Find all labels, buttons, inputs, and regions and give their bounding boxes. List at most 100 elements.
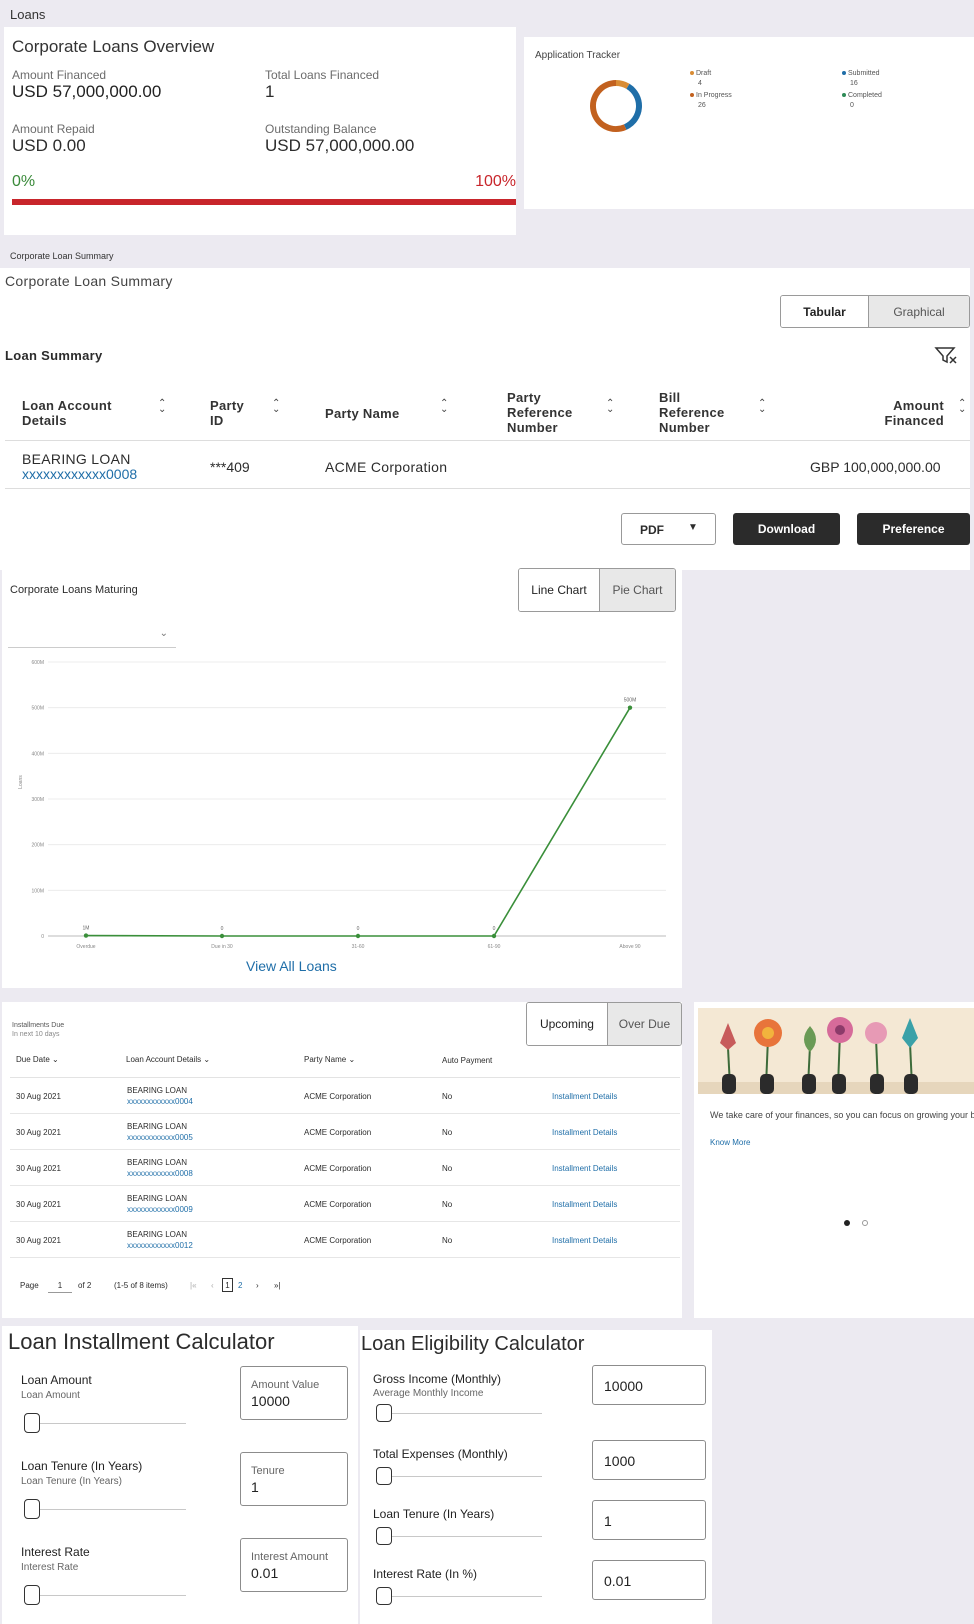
col-loan-account[interactable]: Loan Account Details ⌄ bbox=[126, 1055, 210, 1064]
col-party-reference[interactable]: Party Reference Number bbox=[507, 390, 597, 435]
x-tick-label: 31-60 bbox=[352, 944, 365, 950]
donut-slice-draft bbox=[615, 80, 630, 90]
tab-graphical[interactable]: Graphical bbox=[868, 296, 969, 327]
know-more-link[interactable]: Know More bbox=[710, 1138, 750, 1147]
page-label: Page bbox=[20, 1281, 39, 1290]
sort-icon[interactable]: ⌃ ⌄ bbox=[758, 399, 766, 415]
col-due-date[interactable]: Due Date ⌄ bbox=[16, 1055, 59, 1064]
row-due-date: 30 Aug 2021 bbox=[16, 1092, 61, 1101]
promo-text: We take care of your finances, so you ca… bbox=[710, 1110, 974, 1120]
legend-value: 0 bbox=[850, 102, 854, 109]
page-title: Loans bbox=[10, 7, 46, 22]
row-loan-name: BEARING LOAN bbox=[127, 1158, 188, 1167]
col-party-name[interactable]: Party Name bbox=[325, 406, 435, 421]
legend-item: Draft 4 bbox=[690, 69, 711, 89]
input-value: 1 bbox=[251, 1479, 259, 1495]
installment-details-link[interactable]: Installment Details bbox=[552, 1236, 617, 1245]
sort-icon[interactable]: ⌃ ⌄ bbox=[272, 399, 280, 415]
col-bill-reference[interactable]: Bill Reference Number bbox=[659, 390, 749, 435]
sort-icon[interactable]: ⌃ ⌄ bbox=[958, 399, 966, 415]
legend-item: Submitted 16 bbox=[842, 69, 880, 89]
slider-handle[interactable] bbox=[376, 1467, 392, 1485]
slider-track[interactable] bbox=[376, 1476, 542, 1477]
calc-field-sublabel: Average Monthly Income bbox=[373, 1388, 484, 1399]
slider-track[interactable] bbox=[376, 1596, 542, 1597]
table-row: 30 Aug 2021 BEARING LOAN xxxxxxxxxxxx0009 A… bbox=[10, 1186, 680, 1222]
installments-subtitle: In next 10 days bbox=[12, 1031, 60, 1038]
tab-upcoming[interactable]: Upcoming bbox=[527, 1003, 607, 1045]
next-page-icon[interactable]: › bbox=[256, 1281, 259, 1290]
calc-value-input[interactable]: 1000 bbox=[592, 1440, 706, 1480]
calc-value-input[interactable]: 0.01 bbox=[592, 1560, 706, 1600]
view-all-loans-link[interactable]: View All Loans bbox=[246, 958, 337, 974]
sort-icon[interactable]: ⌃ ⌄ bbox=[158, 399, 166, 415]
tab-tabular[interactable]: Tabular bbox=[781, 296, 869, 327]
col-loan-account-details[interactable]: Loan Account Details bbox=[22, 398, 142, 428]
data-point[interactable] bbox=[219, 933, 225, 939]
carousel-dot[interactable] bbox=[862, 1220, 868, 1226]
filter-icon[interactable] bbox=[934, 345, 958, 365]
amount-repaid-value: USD 0.00 bbox=[12, 136, 86, 155]
data-point[interactable] bbox=[355, 933, 361, 939]
summary-view-toggle: Tabular Graphical bbox=[780, 295, 970, 328]
calc-value-input[interactable]: 10000 bbox=[592, 1365, 706, 1405]
data-point[interactable] bbox=[627, 705, 633, 710]
installment-details-link[interactable]: Installment Details bbox=[552, 1164, 617, 1173]
col-party-name[interactable]: Party Name ⌄ bbox=[304, 1055, 355, 1064]
chevron-down-icon: ⌄ bbox=[203, 1055, 211, 1064]
slider-handle[interactable] bbox=[376, 1527, 392, 1545]
slider-handle[interactable] bbox=[24, 1585, 40, 1605]
calc-value-input[interactable]: 1 bbox=[592, 1500, 706, 1540]
input-value: 1000 bbox=[604, 1453, 636, 1469]
page-2-button[interactable]: 2 bbox=[238, 1281, 242, 1290]
calc-field-label: Loan Amount bbox=[21, 1373, 92, 1387]
installment-details-link[interactable]: Installment Details bbox=[552, 1200, 617, 1209]
slider-track[interactable] bbox=[24, 1423, 186, 1424]
calc-value-input[interactable]: Amount Value 10000 bbox=[240, 1366, 348, 1420]
download-button[interactable]: Download bbox=[733, 513, 840, 545]
col-amount-financed[interactable]: Amount Financed bbox=[858, 398, 944, 428]
row-account-link[interactable]: xxxxxxxxxxxx0012 bbox=[127, 1241, 193, 1250]
prev-page-icon[interactable]: ‹ bbox=[211, 1281, 214, 1290]
tab-line-chart[interactable]: Line Chart bbox=[519, 569, 599, 611]
installment-details-link[interactable]: Installment Details bbox=[552, 1128, 617, 1137]
data-point[interactable] bbox=[83, 933, 89, 938]
tab-pie-chart[interactable]: Pie Chart bbox=[598, 569, 675, 611]
slider-track[interactable] bbox=[24, 1509, 186, 1510]
calc-value-input[interactable]: Tenure 1 bbox=[240, 1452, 348, 1506]
sort-icon[interactable]: ⌃ ⌄ bbox=[606, 399, 614, 415]
slider-track[interactable] bbox=[376, 1536, 542, 1537]
last-page-icon[interactable]: »| bbox=[274, 1281, 281, 1290]
tab-over-due[interactable]: Over Due bbox=[606, 1003, 681, 1045]
slider-track[interactable] bbox=[24, 1595, 186, 1596]
row-due-date: 30 Aug 2021 bbox=[16, 1236, 61, 1245]
row-party-name: ACME Corporation bbox=[304, 1200, 372, 1209]
carousel-dot-active[interactable] bbox=[844, 1220, 850, 1226]
row-account-link[interactable]: xxxxxxxxxxxx0005 bbox=[127, 1133, 193, 1142]
data-point[interactable] bbox=[491, 933, 497, 939]
legend-dot-icon bbox=[842, 93, 846, 98]
slider-handle[interactable] bbox=[24, 1499, 40, 1519]
slider-track[interactable] bbox=[376, 1413, 542, 1414]
slider-handle[interactable] bbox=[376, 1404, 392, 1422]
slider-handle[interactable] bbox=[376, 1587, 392, 1605]
y-tick-label: 600M bbox=[31, 660, 44, 666]
row-account-link[interactable]: xxxxxxxxxxxx0008 bbox=[127, 1169, 193, 1178]
row-account-link[interactable]: xxxxxxxxxxxx0004 bbox=[127, 1097, 193, 1106]
installment-details-link[interactable]: Installment Details bbox=[552, 1092, 617, 1101]
page-input[interactable]: 1 bbox=[48, 1279, 72, 1293]
data-label: 1M bbox=[83, 926, 90, 932]
sort-icon[interactable]: ⌃ ⌄ bbox=[440, 399, 448, 415]
caret-down-icon: ▼ bbox=[688, 522, 698, 533]
calc-value-input[interactable]: Interest Amount 0.01 bbox=[240, 1538, 348, 1592]
slider-handle[interactable] bbox=[24, 1413, 40, 1433]
input-label: Tenure bbox=[251, 1465, 285, 1477]
row-account-link[interactable]: xxxxxxxxxxxx0009 bbox=[127, 1205, 193, 1214]
page-1-button[interactable]: 1 bbox=[222, 1278, 233, 1292]
format-select[interactable]: PDF ▼ bbox=[621, 513, 716, 545]
maturing-filter-dropdown[interactable]: ⌄ bbox=[8, 620, 176, 648]
col-party-id[interactable]: Party ID bbox=[210, 398, 260, 428]
first-page-icon[interactable]: |« bbox=[190, 1281, 197, 1290]
row-loan-number-link[interactable]: xxxxxxxxxxxx0008 bbox=[22, 466, 137, 482]
preference-button[interactable]: Preference bbox=[857, 513, 970, 545]
